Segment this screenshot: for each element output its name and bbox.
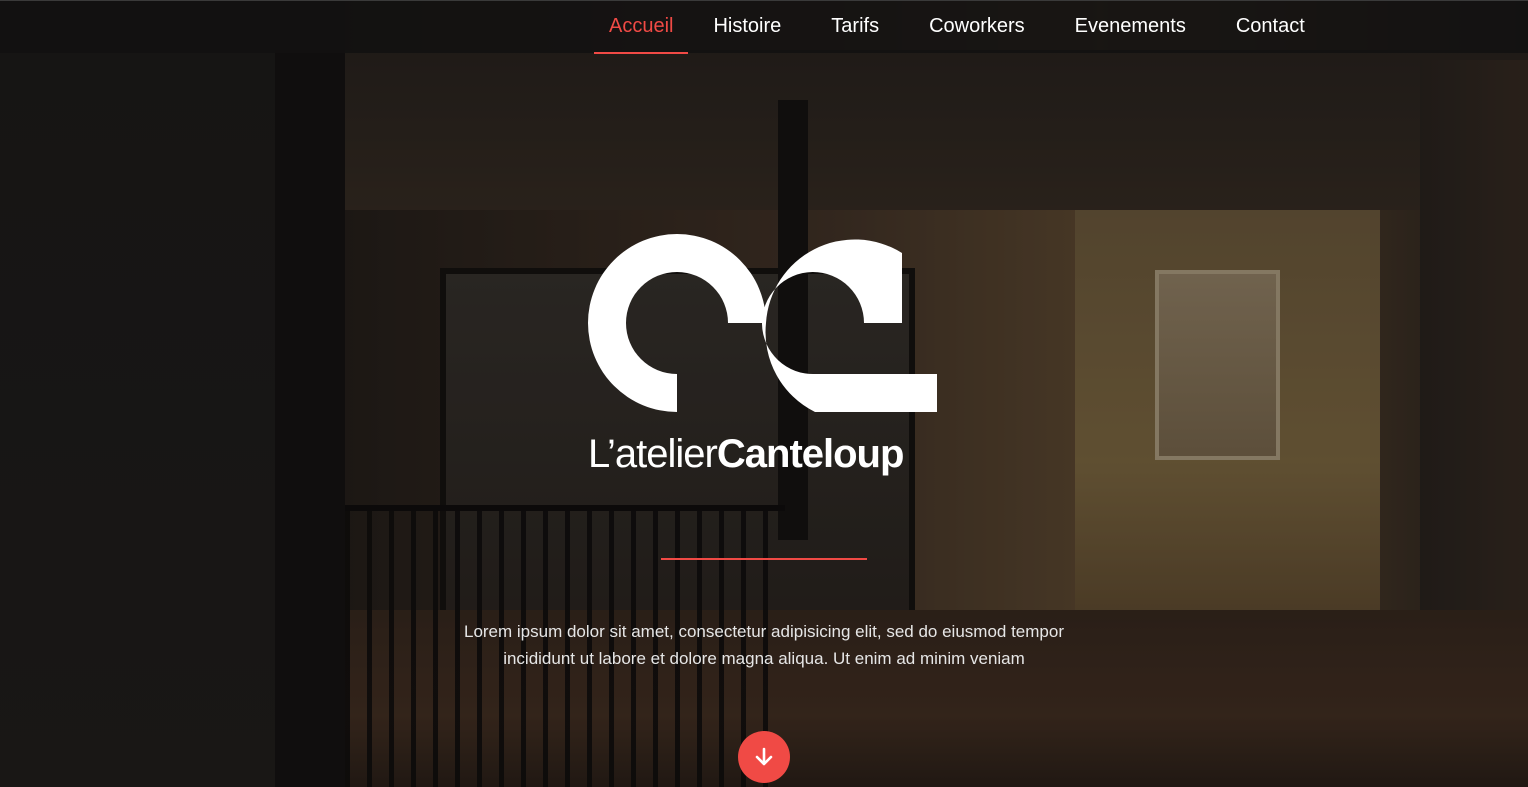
nav-item-evenements[interactable]: Evenements [1050,1,1211,54]
brand-name: L’atelierCanteloup [588,432,948,482]
arrow-down-icon [755,747,773,766]
nav-item-coworkers[interactable]: Coworkers [904,1,1050,54]
intro-line-1: Lorem ipsum dolor sit amet, consectetur … [463,622,1064,641]
nav-item-contact[interactable]: Contact [1211,1,1330,54]
scroll-down-button[interactable] [738,731,790,783]
nav-list: Accueil Histoire Tarifs Coworkers Evenem… [594,1,1330,54]
intro-text: Lorem ipsum dolor sit amet, consectetur … [420,618,1108,672]
accent-divider [661,558,867,560]
intro-line-2: incididunt ut labore et dolore magna ali… [503,649,1025,668]
brand-name-bold: Canteloup [716,432,905,476]
nav-item-histoire[interactable]: Histoire [688,1,806,54]
nav-item-tarifs[interactable]: Tarifs [806,1,904,54]
nav-item-accueil[interactable]: Accueil [594,1,689,54]
top-navbar: Accueil Histoire Tarifs Coworkers Evenem… [0,0,1528,54]
brand-logo-icon [588,234,937,412]
brand-name-light: L’atelier [588,432,718,476]
